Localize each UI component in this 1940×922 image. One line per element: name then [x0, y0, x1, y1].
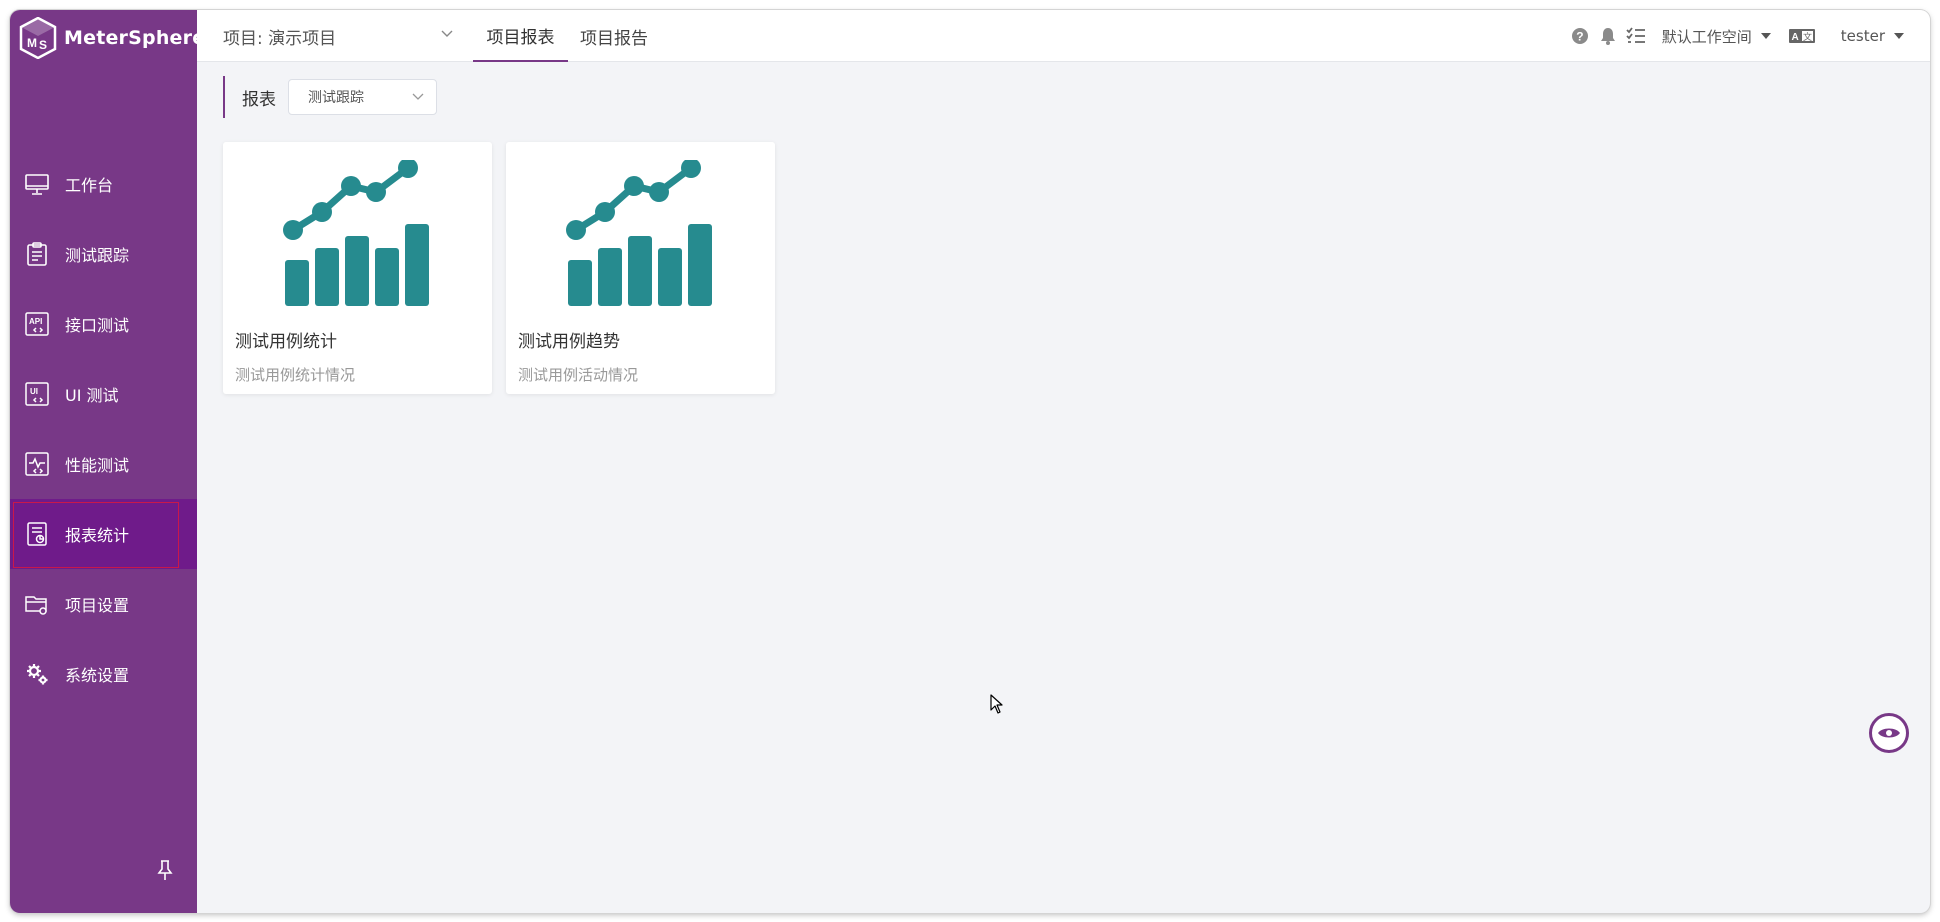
app-window: M S MeterSphere 工作台 测试跟踪 API 接口测试 UI UI …: [10, 10, 1930, 913]
sidebar: M S MeterSphere 工作台 测试跟踪 API 接口测试 UI UI …: [10, 10, 205, 913]
pin-icon[interactable]: [154, 858, 176, 882]
clipboard-icon: [24, 241, 50, 267]
tab-project-report[interactable]: 项目报告: [580, 10, 648, 62]
sidebar-item-workbench[interactable]: 工作台: [10, 149, 197, 219]
report-card-case-stats[interactable]: 测试用例统计 测试用例统计情况: [223, 142, 492, 394]
svg-text:UI: UI: [30, 387, 38, 396]
eye-icon: [1878, 728, 1900, 738]
performance-icon: [24, 451, 50, 477]
svg-text:M: M: [27, 36, 37, 50]
card-description: 测试用例活动情况: [518, 366, 639, 384]
tab-label: 项目报告: [580, 28, 648, 49]
sidebar-item-system-settings[interactable]: 系统设置: [10, 639, 197, 709]
project-select[interactable]: 项目: 演示项目: [223, 10, 453, 62]
ui-icon: UI: [24, 381, 50, 407]
sidebar-item-api-test[interactable]: API 接口测试: [10, 289, 197, 359]
floating-assistant-button[interactable]: [1869, 713, 1909, 753]
sidebar-item-label: 测试跟踪: [65, 246, 130, 265]
sidebar-item-label: 接口测试: [65, 316, 130, 335]
logo[interactable]: M S MeterSphere: [19, 15, 205, 60]
metersphere-logo-icon: M S: [19, 16, 57, 59]
username: tester: [1840, 27, 1885, 45]
report-toolbar: 报表 测试跟踪: [223, 76, 437, 118]
report-icon: [24, 521, 50, 547]
chevron-down-icon: [412, 93, 424, 100]
bell-icon[interactable]: [1598, 26, 1618, 46]
sidebar-item-label: 性能测试: [65, 456, 130, 475]
main-content: 报表 测试跟踪 测试用例统计 测试用例统计情况 测试用例趋势 测试用例活动情况: [197, 62, 1930, 913]
app-name: MeterSphere: [64, 26, 206, 49]
sidebar-nav: 工作台 测试跟踪 API 接口测试 UI UI 测试 性能测试 报表统计 项目设…: [10, 149, 197, 709]
report-label: 报表: [242, 89, 276, 110]
caret-down-icon: [1760, 33, 1771, 39]
sidebar-item-label: UI 测试: [65, 386, 119, 405]
card-description: 测试用例统计情况: [235, 366, 356, 384]
api-icon: API: [24, 311, 50, 337]
tab-project-reports[interactable]: 项目报表: [473, 10, 568, 62]
chart-icon: [566, 160, 712, 306]
sidebar-item-report-stats[interactable]: 报表统计: [10, 499, 197, 569]
report-card-case-trend[interactable]: 测试用例趋势 测试用例活动情况: [506, 142, 775, 394]
sidebar-item-label: 报表统计: [65, 526, 130, 545]
sidebar-item-label: 项目设置: [65, 596, 130, 615]
card-title: 测试用例趋势: [518, 332, 620, 352]
caret-down-icon: [1894, 33, 1904, 39]
svg-text:API: API: [29, 317, 42, 326]
workspace-select[interactable]: 默认工作空间: [1662, 26, 1771, 47]
monitor-icon: [24, 171, 50, 197]
tab-label: 项目报表: [486, 27, 555, 48]
header-actions: ? 默认工作空间 A文 tester: [1570, 10, 1930, 62]
project-select-label: 项目: 演示项目: [223, 28, 337, 49]
svg-text:?: ?: [1576, 30, 1583, 44]
svg-text:S: S: [39, 38, 47, 52]
sidebar-item-project-settings[interactable]: 项目设置: [10, 569, 197, 639]
sidebar-item-test-track[interactable]: 测试跟踪: [10, 219, 197, 289]
sidebar-item-label: 工作台: [65, 176, 114, 195]
svg-text:文: 文: [1803, 31, 1812, 43]
sidebar-item-performance-test[interactable]: 性能测试: [10, 429, 197, 499]
sidebar-item-label: 系统设置: [65, 666, 130, 685]
help-icon[interactable]: ?: [1570, 26, 1590, 46]
task-list-icon[interactable]: [1626, 26, 1646, 46]
report-type-value: 测试跟踪: [308, 90, 364, 106]
chevron-down-icon: [441, 30, 453, 37]
svg-text:A: A: [1791, 32, 1798, 43]
user-menu[interactable]: tester: [1841, 27, 1904, 45]
top-header: 项目: 演示项目 项目报表 项目报告 ? 默认工作空间 A文 tester: [197, 10, 1930, 62]
language-icon[interactable]: A文: [1788, 26, 1815, 46]
report-type-select[interactable]: 测试跟踪: [288, 79, 437, 115]
mouse-cursor-icon: [990, 694, 1003, 714]
chart-icon: [283, 160, 429, 306]
gears-icon: [24, 661, 50, 687]
sidebar-item-ui-test[interactable]: UI UI 测试: [10, 359, 197, 429]
card-title: 测试用例统计: [235, 332, 337, 352]
workspace-label: 默认工作空间: [1661, 27, 1752, 46]
folder-settings-icon: [24, 591, 50, 617]
